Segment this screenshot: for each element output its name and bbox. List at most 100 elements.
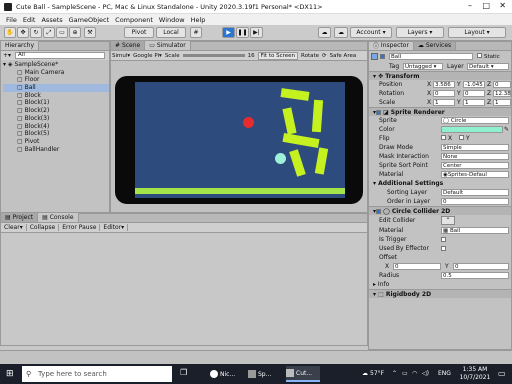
active-checkbox[interactable] — [380, 54, 385, 59]
info-foldout[interactable]: ▸ Info — [369, 280, 511, 289]
taskbar-app-1[interactable]: Nic... — [210, 366, 244, 382]
play-icon[interactable]: ▶ — [222, 27, 235, 38]
hierarchy-item[interactable]: ▢ Block — [3, 92, 109, 100]
hierarchy-item[interactable]: ▢ Floor — [3, 76, 109, 84]
cloud-icon[interactable]: ☁ — [334, 27, 348, 38]
scale-tool-icon[interactable]: ⤢ — [43, 27, 55, 38]
account-dropdown[interactable]: Account ▾ — [350, 27, 392, 38]
grid-snap-icon[interactable]: # — [190, 27, 202, 38]
device-dropdown[interactable]: Google Pi▾ — [133, 53, 162, 59]
error-pause-button[interactable]: Error Pause — [59, 224, 101, 231]
task-view-icon[interactable]: ❐ — [180, 368, 187, 377]
collapse-button[interactable]: Collapse — [27, 224, 60, 231]
rotation-x-input[interactable]: 0 — [433, 90, 455, 97]
order-input[interactable]: 0 — [441, 198, 509, 205]
notification-icon[interactable]: ▭ — [498, 369, 506, 378]
tab-services[interactable]: ☁ Services — [413, 42, 457, 50]
hierarchy-item-selected[interactable]: ▢ Ball — [3, 84, 109, 92]
windows-start-icon[interactable]: ⊞ — [6, 369, 14, 379]
hierarchy-item[interactable]: ▢ BallHandler — [3, 146, 109, 154]
layout-dropdown[interactable]: Layout ▾ — [448, 27, 506, 38]
eyedropper-icon[interactable]: ✎ — [504, 126, 509, 133]
clear-button[interactable]: Clear▾ — [1, 224, 27, 231]
close-icon[interactable]: ✕ — [499, 1, 506, 10]
color-swatch[interactable] — [441, 126, 503, 133]
hierarchy-item[interactable]: ▢ Block(1) — [3, 99, 109, 107]
position-z-input[interactable]: 0 — [493, 81, 511, 88]
effector-checkbox[interactable] — [441, 246, 446, 251]
step-icon[interactable]: ▶| — [250, 27, 263, 38]
position-x-input[interactable]: 3.586 — [433, 81, 455, 88]
custom-tool-icon[interactable]: ⚒ — [84, 27, 96, 38]
offset-x-input[interactable]: 0 — [393, 263, 441, 270]
pause-icon[interactable]: ❚❚ — [236, 27, 249, 38]
mask-dropdown[interactable]: None — [441, 153, 509, 160]
menu-gameobject[interactable]: GameObject — [69, 16, 110, 24]
offset-y-input[interactable]: 0 — [453, 263, 509, 270]
sorting-layer-dropdown[interactable]: Default — [441, 189, 509, 196]
add-icon[interactable]: +▾ — [3, 52, 11, 59]
fit-to-screen-button[interactable]: Fit to Screen — [257, 51, 298, 60]
maximize-icon[interactable]: □ — [482, 1, 490, 10]
menu-edit[interactable]: Edit — [23, 16, 36, 24]
hierarchy-item[interactable]: ▢ Pivot — [3, 138, 109, 146]
tab-inspector[interactable]: ⓘ Inspector — [369, 42, 414, 50]
mode-dropdown[interactable]: Simul▾ — [112, 53, 130, 59]
edit-collider-button[interactable]: ⌃ — [441, 216, 455, 225]
clock-date[interactable]: 10/7/2021 — [458, 374, 492, 381]
hand-tool-icon[interactable]: ✋ — [4, 27, 16, 38]
rect-tool-icon[interactable]: ▭ — [56, 27, 68, 38]
sprite-field[interactable]: ◯ Circle — [441, 117, 509, 124]
safe-area-button[interactable]: Safe Area — [330, 53, 357, 59]
clock-time[interactable]: 1:35 AM — [458, 366, 492, 373]
wifi-icon[interactable]: ◠ — [412, 370, 417, 377]
rotation-z-input[interactable]: 12.383 — [493, 90, 511, 97]
hierarchy-item[interactable]: ▢ Block(4) — [3, 123, 109, 131]
hierarchy-item[interactable]: ▢ Block(3) — [3, 115, 109, 123]
flip-y-checkbox[interactable] — [459, 135, 464, 140]
circle-collider-header[interactable]: ▾ ◯ Circle Collider 2D — [369, 206, 511, 215]
layers-dropdown[interactable]: Layers ▾ — [396, 27, 444, 38]
menu-file[interactable]: File — [6, 16, 17, 24]
hierarchy-item[interactable]: ▢ Block(2) — [3, 107, 109, 115]
sort-point-dropdown[interactable]: Center — [441, 162, 509, 169]
static-toggle[interactable]: Static — [477, 53, 500, 60]
draw-mode-dropdown[interactable]: Simple — [441, 144, 509, 151]
menu-window[interactable]: Window — [159, 16, 185, 24]
language-label[interactable]: ENG — [438, 370, 451, 377]
rotation-y-input[interactable]: 0 — [463, 90, 485, 97]
editor-dropdown[interactable]: Editor▾ — [100, 224, 129, 231]
scale-slider[interactable] — [182, 54, 245, 57]
radius-input[interactable]: 0.5 — [441, 272, 509, 279]
tab-console[interactable]: ▤ Console — [38, 213, 79, 222]
volume-icon[interactable]: ◁) — [422, 370, 429, 377]
scale-z-input[interactable]: 1 — [493, 99, 511, 106]
additional-settings-header[interactable]: ▾ Additional Settings — [369, 179, 511, 188]
position-y-input[interactable]: -1.045 — [463, 81, 485, 88]
collider-material-field[interactable]: ▦ Ball — [441, 227, 509, 234]
rotate-tool-icon[interactable]: ↻ — [30, 27, 42, 38]
pivot-button[interactable]: Pivot — [124, 27, 154, 38]
scene-root[interactable]: ▾ ◈ SampleScene* — [3, 61, 109, 69]
transform-header[interactable]: ▾ ✥ Transform — [369, 71, 511, 80]
taskbar-search-input[interactable]: ⚲ Type here to search — [22, 366, 172, 382]
taskbar-app-2[interactable]: Sp... — [248, 366, 282, 382]
material-field[interactable]: ◉Sprites-Defaul — [441, 171, 509, 178]
tab-scene[interactable]: # Scene — [111, 41, 146, 50]
weather-icon[interactable]: ☁ — [362, 370, 368, 377]
menu-component[interactable]: Component — [115, 16, 153, 24]
tab-hierarchy[interactable]: Hierarchy — [1, 41, 40, 50]
tray-chevron-icon[interactable]: ⌃ — [392, 370, 397, 377]
rotate-button[interactable]: Rotate — [301, 53, 319, 59]
layer-dropdown[interactable]: Default ▾ — [467, 63, 509, 70]
object-name-input[interactable]: Ball — [389, 53, 473, 60]
flip-x-checkbox[interactable] — [441, 135, 446, 140]
taskbar-app-3[interactable]: Cut... — [286, 366, 320, 382]
collab-icon[interactable]: ☁ — [318, 27, 331, 38]
tab-project[interactable]: ▤ Project — [1, 213, 39, 222]
is-trigger-checkbox[interactable] — [441, 237, 446, 242]
rotate-icon[interactable]: ⟳ — [322, 53, 327, 59]
move-tool-icon[interactable]: ✥ — [17, 27, 29, 38]
menu-assets[interactable]: Assets — [41, 16, 62, 24]
transform-tool-icon[interactable]: ⊕ — [69, 27, 81, 38]
